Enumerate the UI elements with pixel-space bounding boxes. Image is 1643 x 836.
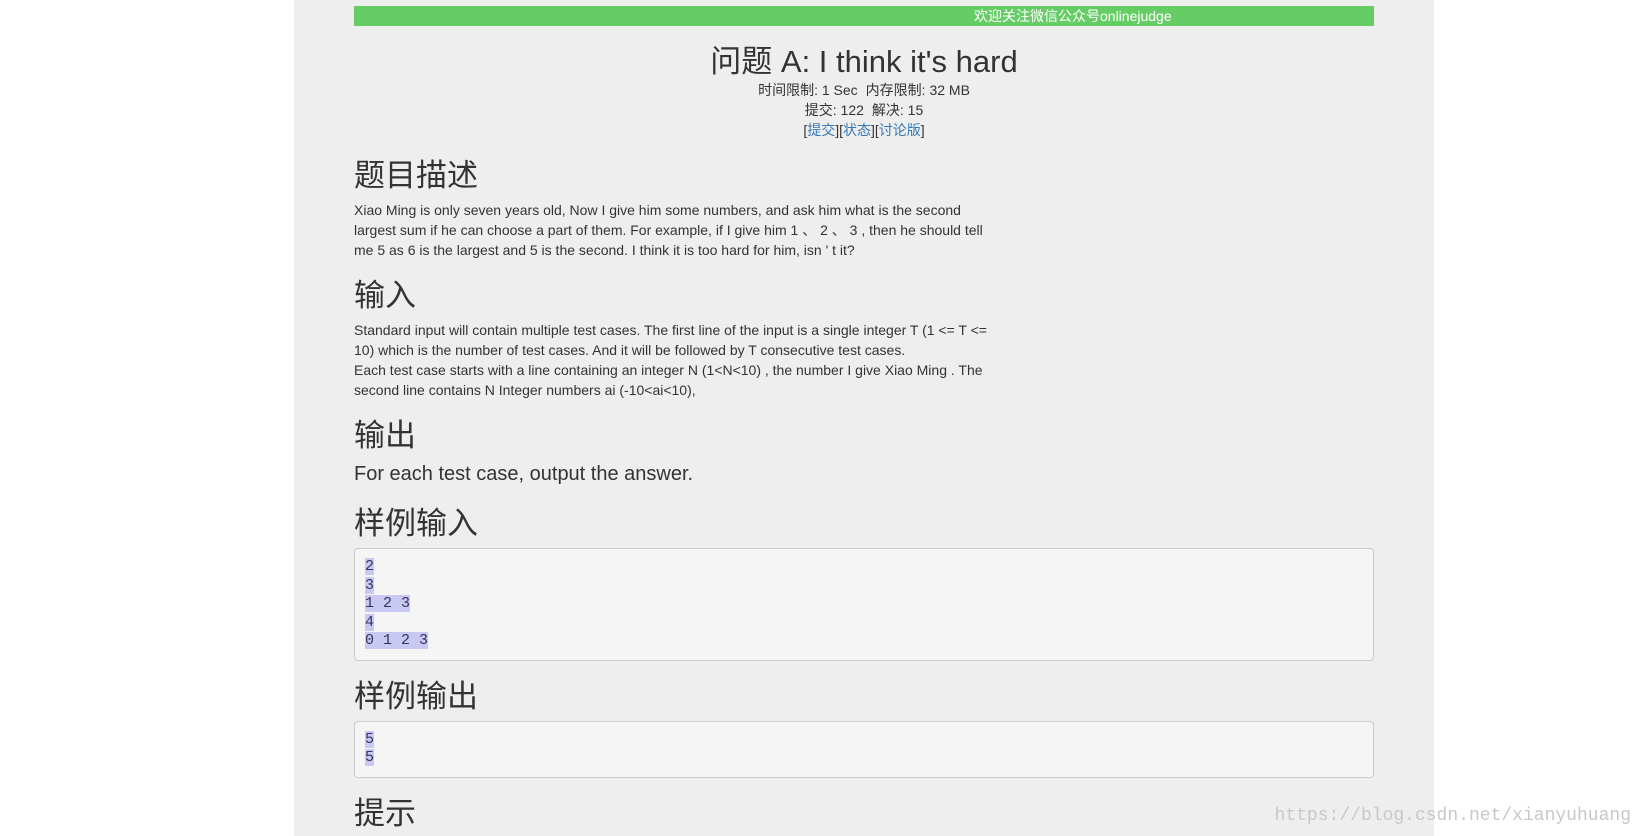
description-line: Xiao Ming is only seven years old, Now I… bbox=[354, 202, 961, 218]
status-link[interactable]: 状态 bbox=[843, 122, 871, 138]
description-line: largest sum if he can choose a part of t… bbox=[354, 222, 983, 238]
submitted-count: 提交: 122 bbox=[804, 102, 864, 118]
input-line: Standard input will contain multiple tes… bbox=[354, 322, 987, 338]
input-line: second line contains N Integer numbers a… bbox=[354, 382, 696, 398]
discuss-link[interactable]: 讨论版 bbox=[879, 122, 921, 138]
sample-input-value: 4 bbox=[365, 613, 375, 631]
sample-input-line: 3 bbox=[365, 576, 1363, 596]
limits-line: 时间限制: 1 Sec 内存限制: 32 MB bbox=[354, 80, 1374, 100]
sample-output-box[interactable]: 5 5 bbox=[354, 720, 1374, 778]
notice-text: 欢迎关注微信公众号onlinejudge bbox=[974, 8, 1172, 24]
sample-input-box[interactable]: 2 3 1 2 3 4 0 1 2 3 bbox=[354, 548, 1374, 661]
sample-input-value: 2 bbox=[365, 558, 375, 575]
stats-line: 提交: 122 解决: 15 bbox=[354, 100, 1374, 120]
hint-heading: 提示 bbox=[354, 795, 416, 831]
description-line: me 5 as 6 is the largest and 5 is the se… bbox=[354, 242, 855, 258]
bracket-separator: ][ bbox=[871, 122, 879, 138]
sample-input-line: 1 2 3 bbox=[365, 595, 1363, 614]
sample-input-heading: 样例输入 bbox=[354, 506, 478, 541]
problem-links: [提交][状态][讨论版] bbox=[354, 120, 1374, 140]
sample-output-value: 5 bbox=[365, 730, 375, 748]
notice-bar: 欢迎关注微信公众号onlinejudge bbox=[354, 6, 1374, 26]
sample-output-line: 5 bbox=[365, 749, 1363, 768]
problem-title: 问题 A: I think it's hard bbox=[710, 44, 1018, 79]
sample-input-value: 0 1 2 3 bbox=[365, 632, 429, 649]
problem-content: 欢迎关注微信公众号onlinejudge 问题 A: I think it's … bbox=[354, 6, 1374, 836]
sample-input-line: 4 bbox=[365, 613, 1363, 633]
sample-input-line: 0 1 2 3 bbox=[365, 632, 1363, 651]
bracket-close: ] bbox=[920, 122, 925, 138]
time-limit: 时间限制: 1 Sec bbox=[758, 82, 858, 98]
description-text: Xiao Ming is only seven years old, Now I… bbox=[354, 200, 1004, 260]
bracket-separator: ][ bbox=[835, 122, 843, 138]
solved-count: 解决: 15 bbox=[871, 102, 924, 118]
output-text: For each test case, output the answer. bbox=[354, 463, 694, 485]
output-heading: 输出 bbox=[354, 418, 416, 453]
input-heading: 输入 bbox=[354, 278, 416, 313]
sample-input-value: 1 2 3 bbox=[365, 595, 411, 612]
sample-input-value: 3 bbox=[365, 576, 375, 594]
sample-input-line: 2 bbox=[365, 558, 1363, 577]
description-heading: 题目描述 bbox=[354, 158, 478, 193]
input-text: Standard input will contain multiple tes… bbox=[354, 320, 1004, 400]
input-line: 10) which is the number of test cases. A… bbox=[354, 342, 906, 358]
problem-page: 欢迎关注微信公众号onlinejudge 问题 A: I think it's … bbox=[294, 0, 1434, 836]
watermark: https://blog.csdn.net/xianyuhuang bbox=[1274, 806, 1631, 826]
memory-limit: 内存限制: 32 MB bbox=[865, 82, 970, 98]
sample-output-heading: 样例输出 bbox=[354, 678, 478, 714]
input-line: Each test case starts with a line contai… bbox=[354, 362, 983, 378]
sample-output-line: 5 bbox=[365, 730, 1363, 750]
submit-link[interactable]: 提交 bbox=[807, 122, 835, 138]
sample-output-value: 5 bbox=[365, 749, 375, 766]
